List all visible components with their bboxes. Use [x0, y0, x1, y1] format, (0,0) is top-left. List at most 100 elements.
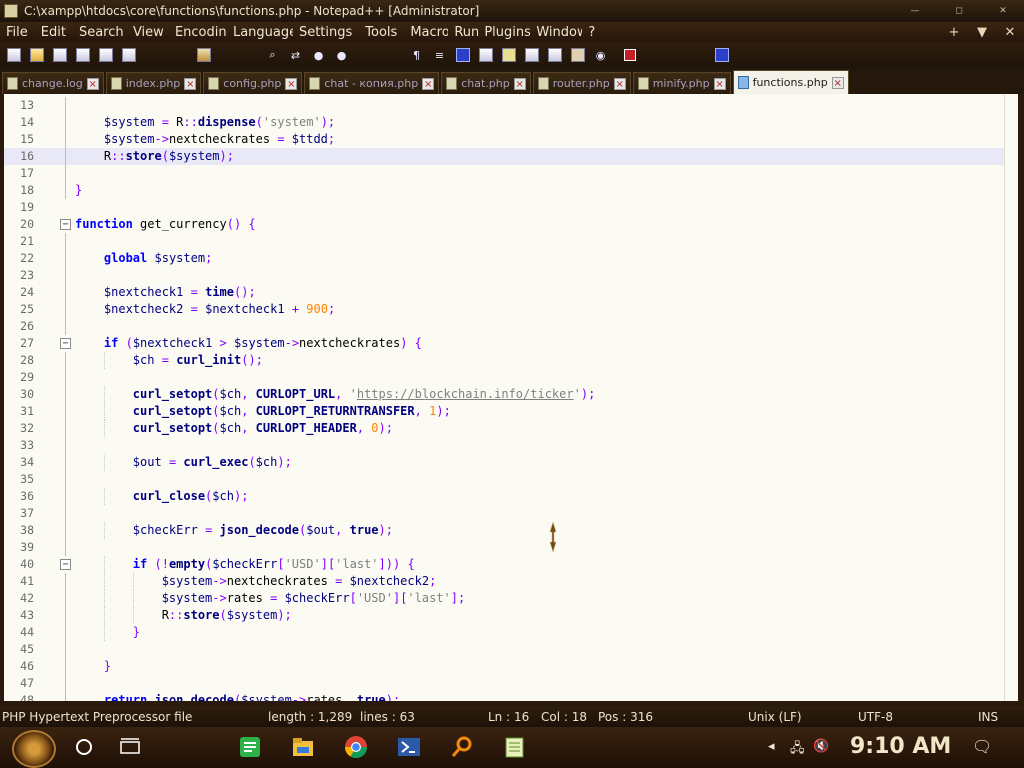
- close-tab-icon[interactable]: ×: [831, 76, 844, 89]
- new-file-icon[interactable]: [4, 46, 23, 65]
- lang-udf-icon[interactable]: [453, 46, 472, 65]
- close-tab-icon[interactable]: ×: [713, 77, 726, 90]
- func-list-icon[interactable]: [499, 46, 518, 65]
- cortana-icon[interactable]: [72, 735, 96, 759]
- code-line[interactable]: 23: [4, 267, 1004, 284]
- network-icon[interactable]: 🖧: [790, 739, 805, 761]
- notes-app-icon[interactable]: [238, 735, 262, 759]
- menu-help[interactable]: ?: [582, 25, 602, 40]
- code-line[interactable]: 20 − function get_currency() {: [4, 216, 1004, 233]
- close-button[interactable]: ✕: [982, 2, 1024, 20]
- code-line[interactable]: 41 $system->nextcheckrates = $nextcheck2…: [4, 573, 1004, 590]
- code-line[interactable]: 36 curl_close($ch);: [4, 488, 1004, 505]
- code-line[interactable]: 16 R::store($system);: [4, 148, 1004, 165]
- code-line[interactable]: 31 curl_setopt($ch, CURLOPT_RETURNTRANSF…: [4, 403, 1004, 420]
- tab-router-php[interactable]: router.php ×: [532, 72, 631, 94]
- menu-search[interactable]: Search: [73, 25, 127, 40]
- record-macro-icon[interactable]: [620, 46, 639, 65]
- code-line[interactable]: 24 $nextcheck1 = time();: [4, 284, 1004, 301]
- close-tab-icon[interactable]: ×: [184, 77, 197, 90]
- search-tool-icon[interactable]: [450, 735, 474, 759]
- code-line[interactable]: 15 $system->nextcheckrates = $ttdd;: [4, 131, 1004, 148]
- fold-collapse-icon[interactable]: −: [60, 559, 71, 570]
- zoom-out-icon[interactable]: ●: [332, 46, 351, 65]
- code-line[interactable]: 27 − if ($nextcheck1 > $system->nextcheck…: [4, 335, 1004, 352]
- menu-encoding[interactable]: Encoding: [169, 25, 227, 40]
- code-line[interactable]: 22 global $system;: [4, 250, 1004, 267]
- preview-eye-icon[interactable]: ◉: [591, 46, 610, 65]
- redo-icon[interactable]: [240, 46, 259, 65]
- monitoring-icon[interactable]: [545, 46, 564, 65]
- print-icon[interactable]: [119, 46, 138, 65]
- status-encoding[interactable]: UTF-8: [858, 710, 893, 724]
- paste-icon[interactable]: [194, 46, 213, 65]
- menu-window[interactable]: Window: [530, 25, 582, 40]
- status-insert-mode[interactable]: INS: [978, 710, 998, 724]
- save-macro-icon[interactable]: [712, 46, 731, 65]
- menu-tools[interactable]: Tools: [359, 25, 404, 40]
- code-line[interactable]: 40 − if (!empty($checkErr['USD']['last'])…: [4, 556, 1004, 573]
- menu-file[interactable]: File: [0, 25, 35, 40]
- menu-edit[interactable]: Edit: [35, 25, 73, 40]
- code-line[interactable]: 21: [4, 233, 1004, 250]
- code-line[interactable]: 18}: [4, 182, 1004, 199]
- word-wrap-icon[interactable]: [384, 46, 403, 65]
- minimize-button[interactable]: —: [894, 2, 936, 20]
- tab-index-php[interactable]: index.php ×: [105, 72, 202, 94]
- undo-icon[interactable]: [217, 46, 236, 65]
- show-all-chars-icon[interactable]: ¶: [407, 46, 426, 65]
- doc-map-icon[interactable]: [476, 46, 495, 65]
- menu-run[interactable]: Run: [448, 25, 478, 40]
- code-line[interactable]: 35: [4, 471, 1004, 488]
- code-line[interactable]: 32 curl_setopt($ch, CURLOPT_HEADER, 0);: [4, 420, 1004, 437]
- code-line[interactable]: 30 curl_setopt($ch, CURLOPT_URL, 'https:…: [4, 386, 1004, 403]
- chrome-icon[interactable]: [344, 735, 368, 759]
- powershell-icon[interactable]: [397, 735, 421, 759]
- code-line[interactable]: 48 return json_decode($system->rates, tr…: [4, 692, 1004, 701]
- cut-icon[interactable]: [148, 46, 167, 65]
- show-hidden-icons-icon[interactable]: ◂: [768, 739, 775, 754]
- code-line[interactable]: 19: [4, 199, 1004, 216]
- task-view-icon[interactable]: [118, 735, 142, 759]
- code-line[interactable]: 34 $out = curl_exec($ch);: [4, 454, 1004, 471]
- file-explorer-icon[interactable]: [291, 735, 315, 759]
- code-line[interactable]: 13: [4, 97, 1004, 114]
- notepadpp-taskbar-icon[interactable]: [503, 735, 527, 759]
- close-tab-icon[interactable]: ×: [613, 77, 626, 90]
- new-tab-button[interactable]: +: [940, 25, 968, 40]
- close-tab-icon[interactable]: ×: [422, 77, 435, 90]
- tab-functions-php[interactable]: functions.php ×: [732, 70, 849, 94]
- taskbar-clock[interactable]: 9:10 AM: [850, 734, 951, 759]
- notifications-icon[interactable]: 🗨: [972, 737, 992, 756]
- open-file-icon[interactable]: [27, 46, 46, 65]
- tab-config-php[interactable]: config.php ×: [203, 72, 303, 94]
- code-line[interactable]: 44 }: [4, 624, 1004, 641]
- indent-guide-icon[interactable]: ≡: [430, 46, 449, 65]
- start-button[interactable]: [12, 730, 56, 768]
- tab-list-button[interactable]: ▼: [968, 25, 996, 40]
- code-line[interactable]: 33: [4, 437, 1004, 454]
- play-macro-icon[interactable]: [666, 46, 685, 65]
- close-tab-icon[interactable]: ×: [513, 77, 526, 90]
- save-all-icon[interactable]: [73, 46, 92, 65]
- close-tab-icon[interactable]: ×: [285, 77, 298, 90]
- code-line[interactable]: 28 $ch = curl_init();: [4, 352, 1004, 369]
- open-folder-icon[interactable]: [568, 46, 587, 65]
- code-line[interactable]: 29: [4, 369, 1004, 386]
- code-editor[interactable]: 13 14 $system = R::dispense('system'); 15 …: [4, 94, 1018, 701]
- menu-view[interactable]: View: [127, 25, 169, 40]
- code-line[interactable]: 42 $system->rates = $checkErr['USD']['la…: [4, 590, 1004, 607]
- close-tab-icon[interactable]: ×: [86, 77, 99, 90]
- replace-icon[interactable]: ⇄: [286, 46, 305, 65]
- menu-settings[interactable]: Settings: [293, 25, 359, 40]
- menu-language[interactable]: Language: [227, 25, 293, 40]
- code-line[interactable]: 37: [4, 505, 1004, 522]
- code-line[interactable]: 26: [4, 318, 1004, 335]
- fold-collapse-icon[interactable]: −: [60, 219, 71, 230]
- fold-collapse-icon[interactable]: −: [60, 338, 71, 349]
- vertical-scrollbar[interactable]: [1004, 94, 1018, 701]
- zoom-in-icon[interactable]: ●: [309, 46, 328, 65]
- code-line[interactable]: 14 $system = R::dispense('system');: [4, 114, 1004, 131]
- code-line[interactable]: 45: [4, 641, 1004, 658]
- tab-change-log[interactable]: change.log ×: [2, 72, 104, 94]
